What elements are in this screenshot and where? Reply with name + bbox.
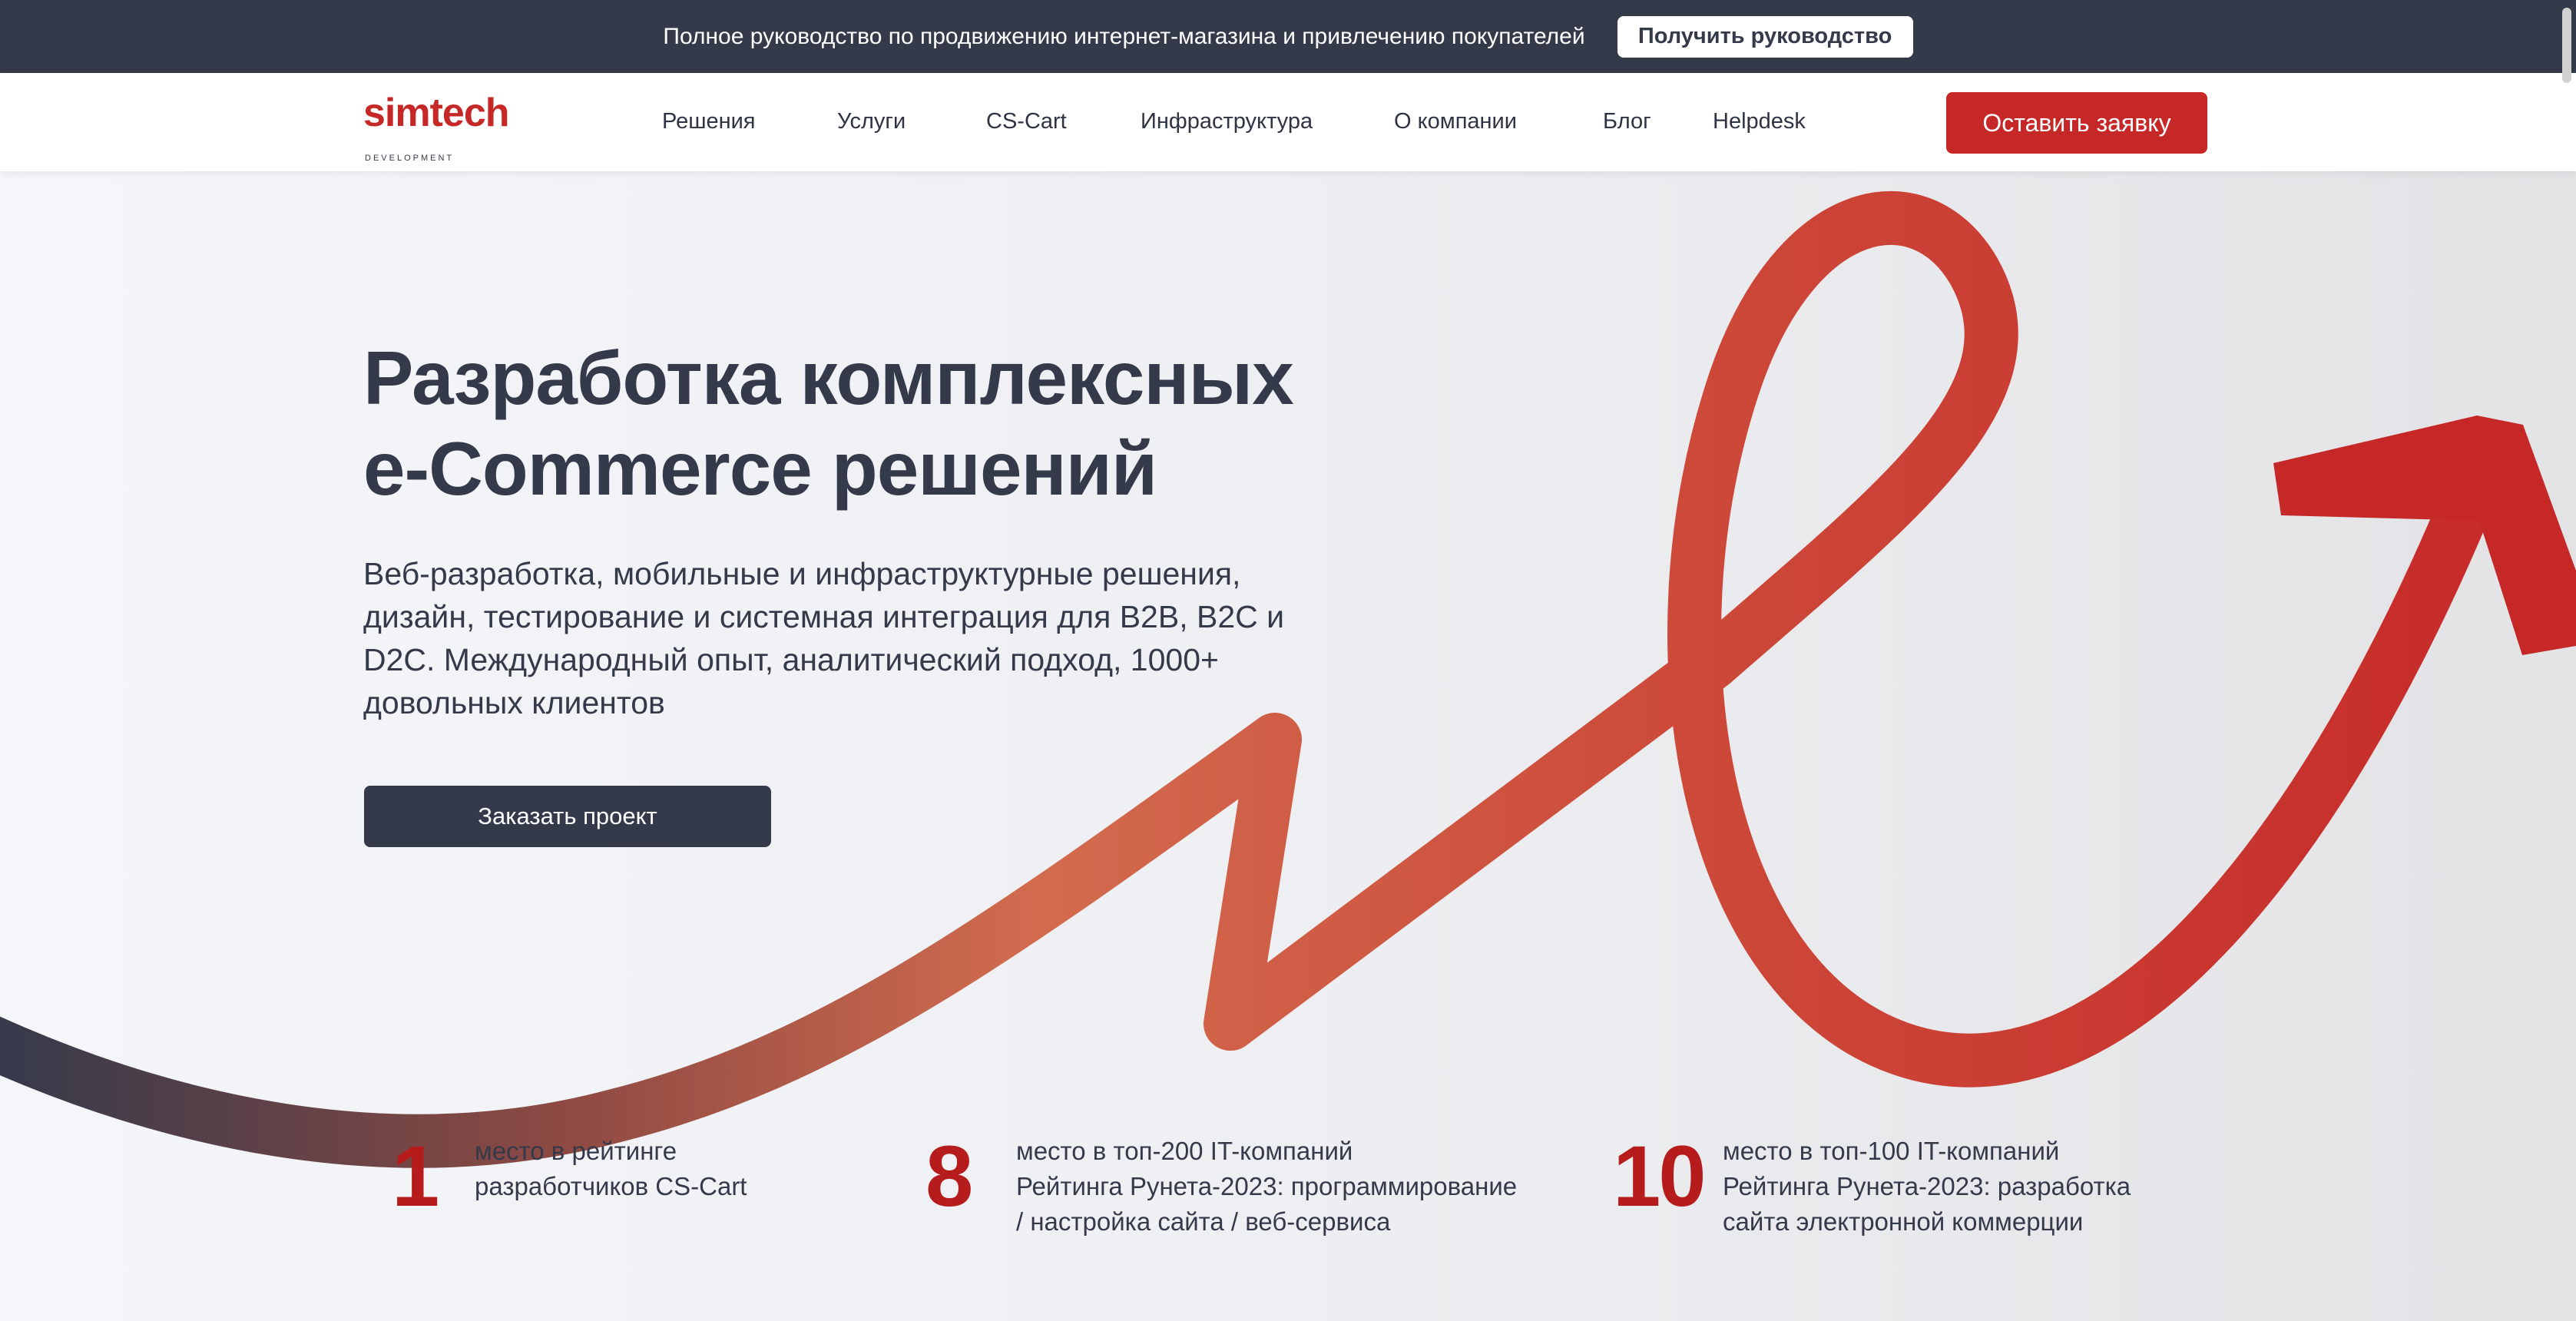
stat-line: место в топ-200 IT-компаний bbox=[1016, 1137, 1353, 1165]
stat-text: место в рейтинге разработчиков CS-Cart bbox=[475, 1134, 747, 1204]
nav-item-helpdesk[interactable]: Helpdesk bbox=[1713, 108, 1806, 135]
stat-line: Рейтинга Рунета-2023: программирование bbox=[1016, 1172, 1518, 1200]
logo-subtitle: DEVELOPMENT bbox=[365, 154, 455, 163]
stat-line: разработчиков CS-Cart bbox=[475, 1172, 747, 1200]
nav-item-blog[interactable]: Блог bbox=[1603, 108, 1651, 135]
nav-item-cs-cart[interactable]: CS-Cart bbox=[986, 108, 1067, 135]
hero-title-line-2: e-Commerce решений bbox=[363, 426, 1157, 511]
announcement-text: Полное руководство по продвижению интерн… bbox=[663, 23, 1585, 49]
logo-wordmark: simtech bbox=[363, 91, 510, 135]
hero-title: Разработка комплексных e-Commerce решени… bbox=[363, 333, 1294, 514]
stat-line: место в рейтинге bbox=[475, 1137, 677, 1165]
order-project-button[interactable]: Заказать проект bbox=[364, 786, 771, 847]
leave-request-button[interactable]: Оставить заявку bbox=[1946, 92, 2207, 154]
site-header: simtech DEVELOPMENT Решения Услуги CS-Ca… bbox=[0, 73, 2576, 171]
scrollbar-thumb[interactable] bbox=[2562, 8, 2571, 83]
stat-line: Рейтинга Рунета-2023: разработка bbox=[1723, 1172, 2131, 1200]
stat-line: / настройка сайта / веб-сервиса bbox=[1016, 1207, 1391, 1236]
stat-line: сайта электронной коммерции bbox=[1723, 1207, 2084, 1236]
simtech-logo[interactable]: simtech DEVELOPMENT bbox=[363, 91, 526, 163]
stat-text: место в топ-100 IT-компаний Рейтинга Рун… bbox=[1723, 1134, 2131, 1240]
stat-number: 1 bbox=[392, 1128, 439, 1224]
nav-item-infrastructure[interactable]: Инфраструктура bbox=[1141, 108, 1313, 135]
stat-line: место в топ-100 IT-компаний bbox=[1723, 1137, 2060, 1165]
hero-section: Разработка комплексных e-Commerce решени… bbox=[0, 171, 2576, 1321]
announcement-bar: Полное руководство по продвижению интерн… bbox=[0, 0, 2576, 73]
nav-item-services[interactable]: Услуги bbox=[837, 108, 906, 135]
stat-text: место в топ-200 IT-компаний Рейтинга Рун… bbox=[1016, 1134, 1517, 1240]
get-guide-button[interactable]: Получить руководство bbox=[1617, 15, 1913, 58]
hero-title-line-1: Разработка комплексных bbox=[363, 336, 1294, 420]
nav-item-about[interactable]: О компании bbox=[1394, 108, 1517, 135]
stat-number: 10 bbox=[1613, 1128, 1707, 1224]
nav-item-solutions[interactable]: Решения bbox=[662, 108, 756, 135]
hero-description: Веб-разработка, мобильные и инфраструкту… bbox=[363, 556, 1285, 720]
stat-number: 8 bbox=[925, 1128, 973, 1224]
